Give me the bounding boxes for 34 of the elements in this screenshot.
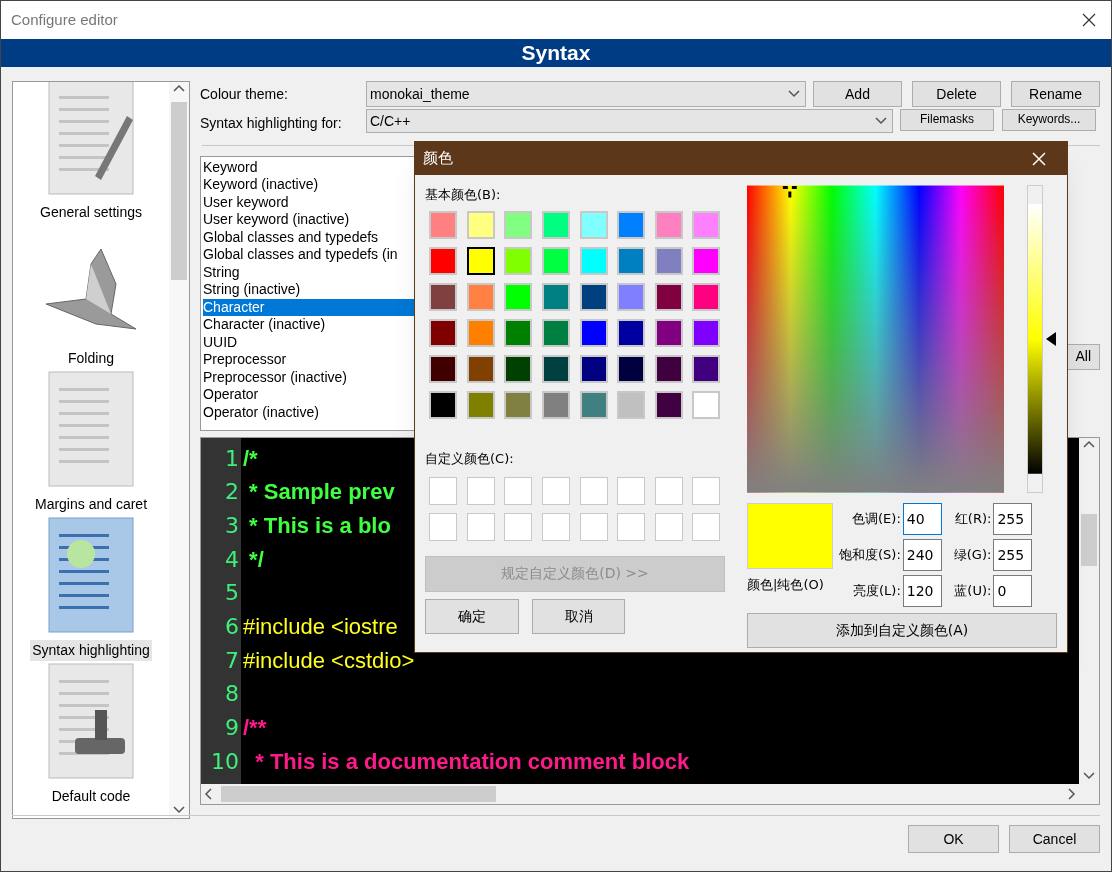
code-line: * This is a blo bbox=[248, 512, 391, 541]
code-line: /** bbox=[243, 714, 267, 743]
preview-label: 颜色|纯色(O) bbox=[747, 576, 825, 594]
code-line: #include <iostre bbox=[243, 613, 398, 642]
dropdown-value: C/C++ bbox=[370, 111, 411, 131]
line-number: 8 bbox=[225, 680, 239, 709]
field-label: Syntax highlighting for: bbox=[200, 114, 343, 133]
dropdown-value: monokai_theme bbox=[370, 84, 470, 104]
line-number: 9 bbox=[225, 714, 239, 743]
field-label: 绿(G): bbox=[953, 546, 992, 565]
field-label: 饱和度(S): bbox=[839, 546, 901, 565]
field-label: 蓝(U): bbox=[954, 582, 992, 601]
line-number: 7 bbox=[225, 646, 239, 675]
line-number: 6 bbox=[225, 613, 239, 642]
line-number: 2 bbox=[225, 478, 239, 507]
dialog-title: 颜色 bbox=[423, 148, 453, 170]
code-line: * This is a documentation comment block bbox=[254, 747, 690, 776]
field-label: Colour theme: bbox=[200, 84, 289, 104]
line-number: 5 bbox=[225, 579, 239, 608]
section-title: Syntax bbox=[521, 40, 591, 67]
code-line: #include <cstdio> bbox=[243, 646, 415, 675]
field-label: 亮度(L): bbox=[853, 582, 901, 601]
basic-colors-label: 基本颜色(B): bbox=[425, 186, 502, 204]
code-line: /* bbox=[243, 444, 258, 473]
field-label: 色调(E): bbox=[852, 510, 901, 529]
field-label: 红(R): bbox=[954, 510, 992, 529]
custom-colors-label: 自定义颜色(C): bbox=[425, 450, 515, 468]
line-number: 1 bbox=[225, 444, 239, 473]
window-title: Configure editor bbox=[11, 9, 118, 30]
line-number: 4 bbox=[225, 545, 239, 574]
line-number: 10 bbox=[211, 747, 239, 776]
code-line: */ bbox=[248, 545, 264, 574]
line-number: 3 bbox=[225, 512, 239, 541]
code-line: * Sample prev bbox=[248, 478, 395, 507]
